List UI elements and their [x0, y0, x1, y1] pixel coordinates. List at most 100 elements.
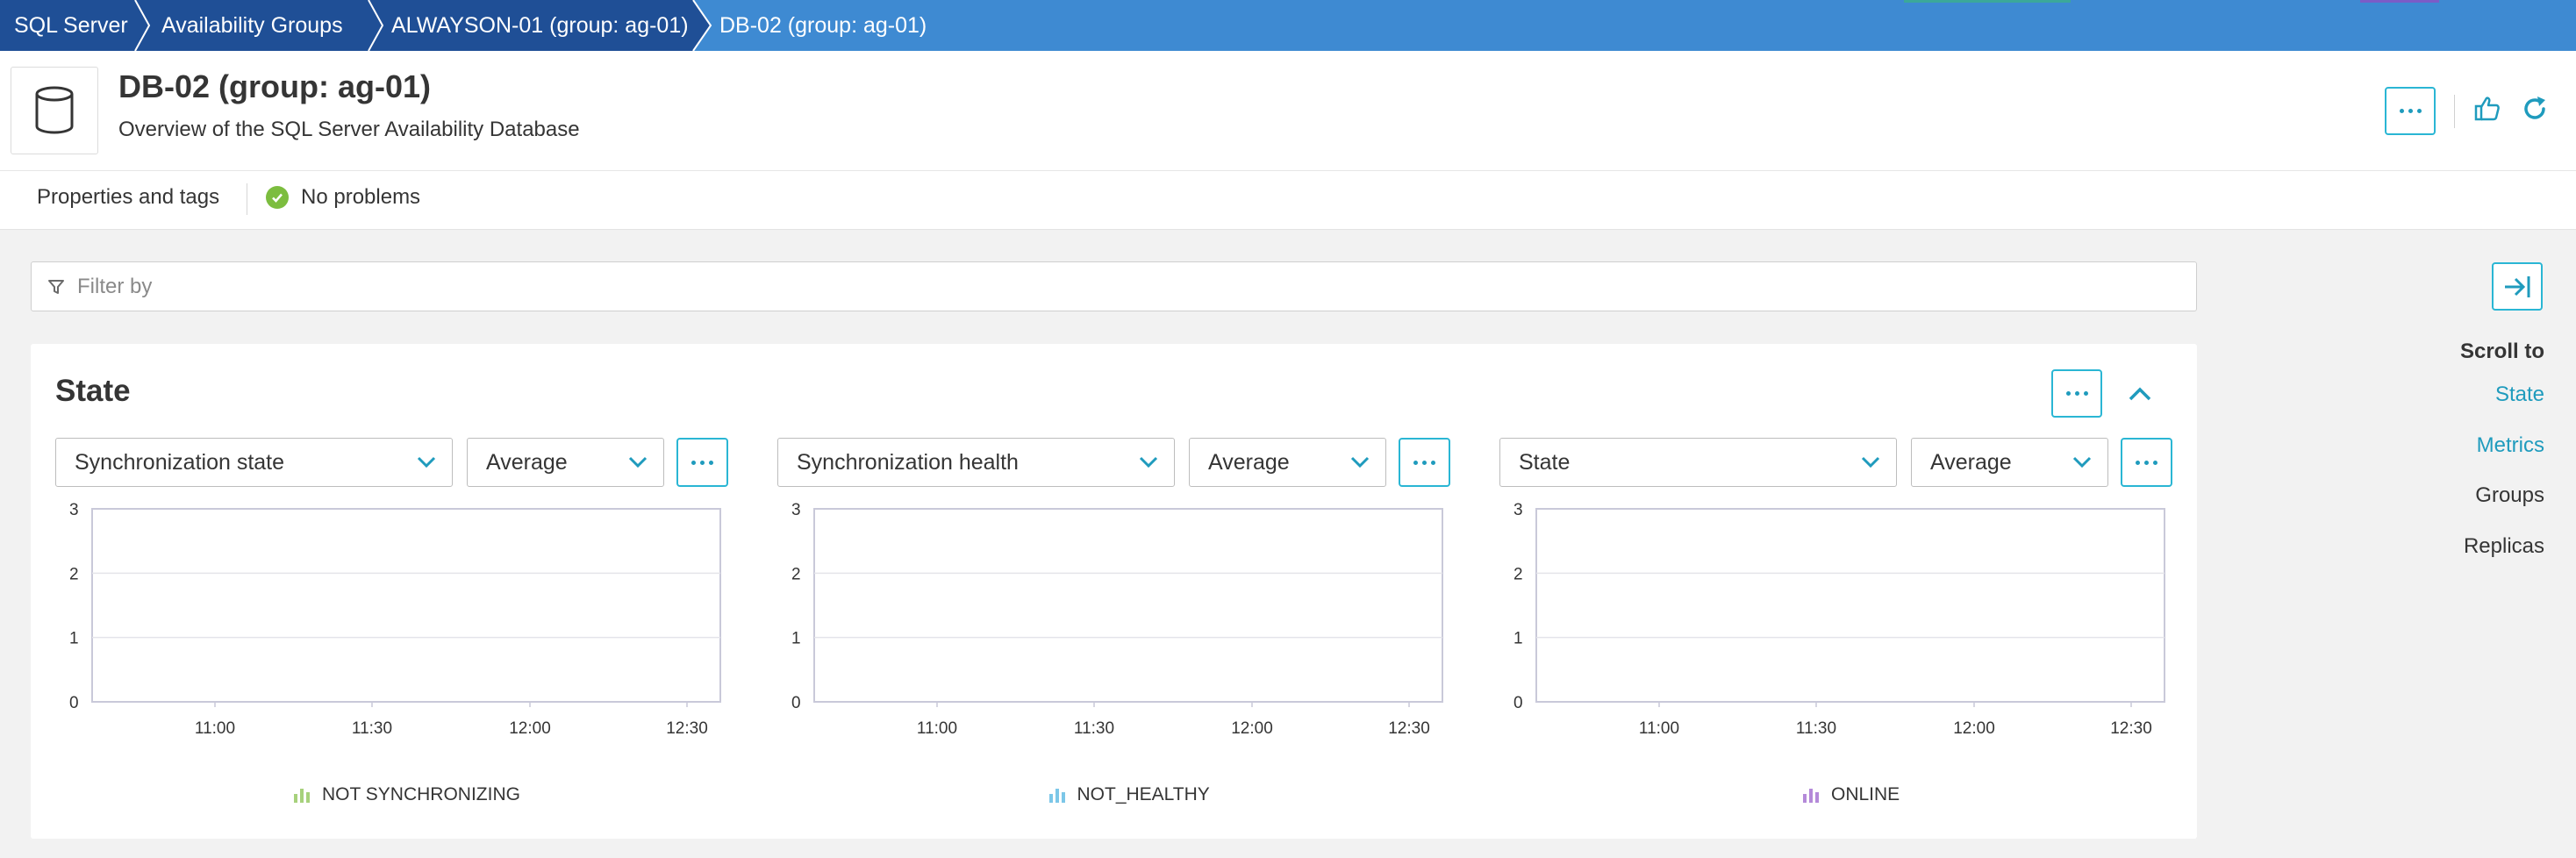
y-tick-label: 3 [791, 501, 801, 519]
accent-strip [2360, 0, 2439, 3]
y-tick-label: 3 [69, 501, 79, 519]
x-tick-label: 11:30 [1074, 719, 1114, 738]
metric-select[interactable]: Synchronization health [777, 438, 1175, 487]
database-icon [11, 67, 98, 154]
x-tick-label: 11:30 [352, 719, 392, 738]
chevron-up-icon [2129, 387, 2151, 401]
x-tick-label: 12:00 [1231, 719, 1273, 738]
state-chart: 3 2 1 0 11:00 11:30 12:00 12:30 [1513, 501, 2165, 738]
y-tick-label: 0 [1513, 694, 1523, 712]
refresh-icon[interactable] [2517, 91, 2552, 126]
metric-select-value: Synchronization health [797, 449, 1019, 475]
metric-select-value: Synchronization state [75, 449, 285, 475]
chevron-down-icon [1350, 456, 1370, 468]
scroll-link-replicas[interactable]: Replicas [2464, 534, 2544, 559]
properties-bar: Properties and tags No problems [0, 171, 2576, 230]
chevron-down-icon [628, 456, 648, 468]
chart-legend[interactable]: ONLINE [1801, 784, 1900, 805]
metric-select-value: State [1519, 449, 1571, 475]
page-title: DB-02 (group: ag-01) [118, 68, 432, 104]
y-tick-label: 1 [1513, 630, 1523, 648]
metric-select[interactable]: State [1499, 438, 1897, 487]
scroll-link-metrics[interactable]: Metrics [2477, 433, 2544, 458]
accent-strip [1904, 0, 2071, 3]
chart-more-button[interactable] [1399, 438, 1450, 487]
thumbs-up-icon[interactable] [2470, 91, 2505, 126]
x-tick-label: 11:30 [1796, 719, 1836, 738]
aggregation-select[interactable]: Average [467, 438, 664, 487]
x-tick-label: 12:00 [509, 719, 551, 738]
scroll-link-groups[interactable]: Groups [2475, 483, 2544, 508]
bar-chart-icon [294, 789, 310, 803]
card-title: State [55, 374, 131, 408]
metric-select[interactable]: Synchronization state [55, 438, 453, 487]
collapse-card-button[interactable] [2122, 378, 2157, 410]
legend-label: ONLINE [1831, 784, 1900, 804]
chevron-down-icon [2072, 456, 2092, 468]
properties-and-tags-link[interactable]: Properties and tags [37, 185, 219, 210]
x-tick-label: 11:00 [1639, 719, 1679, 738]
chart-frame [91, 508, 721, 703]
breadcrumb-separator-icon [134, 0, 151, 51]
chart-more-button[interactable] [2121, 438, 2172, 487]
chevron-down-icon [417, 456, 436, 468]
y-tick-label: 1 [791, 630, 801, 648]
scroll-link-state[interactable]: State [2495, 383, 2544, 407]
legend-label: NOT_HEALTHY [1077, 784, 1210, 804]
divider [2454, 95, 2455, 128]
more-icon [2399, 109, 2422, 113]
x-tick-label: 12:30 [2110, 719, 2152, 738]
more-icon [2136, 460, 2157, 465]
bar-chart-icon [1048, 789, 1065, 803]
x-tick-label: 11:00 [917, 719, 957, 738]
x-tick-label: 12:30 [666, 719, 708, 738]
page-header: DB-02 (group: ag-01) Overview of the SQL… [0, 51, 2576, 171]
page-subtitle: Overview of the SQL Server Availability … [118, 118, 580, 141]
aggregation-select[interactable]: Average [1189, 438, 1386, 487]
breadcrumb-item-current: DB-02 (group: ag-01) [719, 12, 927, 38]
status-label: No problems [301, 185, 421, 209]
breadcrumb: SQL Server Availability Groups ALWAYSON-… [0, 0, 2576, 51]
y-tick-label: 0 [69, 694, 79, 712]
breadcrumb-separator-icon [690, 0, 712, 51]
breadcrumb-item-alwayson-01[interactable]: ALWAYSON-01 (group: ag-01) [391, 0, 689, 51]
y-tick-label: 3 [1513, 501, 1523, 519]
aggregation-select-value: Average [486, 449, 568, 475]
filter-bar[interactable] [31, 261, 2197, 311]
more-icon [691, 460, 713, 465]
more-icon [1413, 460, 1435, 465]
y-tick-label: 2 [69, 565, 79, 583]
collapse-right-icon [2505, 275, 2530, 297]
chevron-down-icon [1861, 456, 1880, 468]
chart-more-button[interactable] [676, 438, 728, 487]
problems-status[interactable]: No problems [266, 185, 420, 210]
aggregation-select-value: Average [1930, 449, 2012, 475]
aggregation-select-value: Average [1208, 449, 1290, 475]
x-tick-label: 12:30 [1388, 719, 1430, 738]
y-tick-label: 1 [69, 630, 79, 648]
breadcrumb-item-availability-groups[interactable]: Availability Groups [161, 0, 343, 51]
breadcrumb-item-sql-server[interactable]: SQL Server [14, 0, 128, 51]
y-tick-label: 2 [791, 565, 801, 583]
state-card: State Synchronization state Average 3 2 1 0 11… [31, 344, 2197, 839]
chart-legend[interactable]: NOT SYNCHRONIZING [292, 784, 520, 805]
scroll-to-title: Scroll to [2459, 340, 2544, 363]
card-more-button[interactable] [2051, 369, 2102, 418]
breadcrumb-separator-icon [368, 0, 384, 51]
chart-frame [813, 508, 1443, 703]
y-tick-label: 0 [791, 694, 801, 712]
y-tick-label: 2 [1513, 565, 1523, 583]
more-button[interactable] [2385, 87, 2436, 135]
x-tick-label: 12:00 [1953, 719, 1995, 738]
aggregation-select[interactable]: Average [1911, 438, 2108, 487]
state-chart: 3 2 1 0 11:00 11:30 12:00 12:30 [69, 501, 721, 738]
legend-label: NOT SYNCHRONIZING [322, 784, 520, 804]
more-icon [2065, 391, 2088, 396]
filter-icon [47, 278, 65, 296]
chevron-down-icon [1139, 456, 1158, 468]
chart-legend[interactable]: NOT_HEALTHY [1048, 784, 1210, 805]
filter-input[interactable] [77, 274, 2095, 299]
bar-chart-icon [1803, 789, 1819, 803]
x-tick-label: 11:00 [195, 719, 235, 738]
collapse-panel-button[interactable] [2492, 262, 2543, 311]
